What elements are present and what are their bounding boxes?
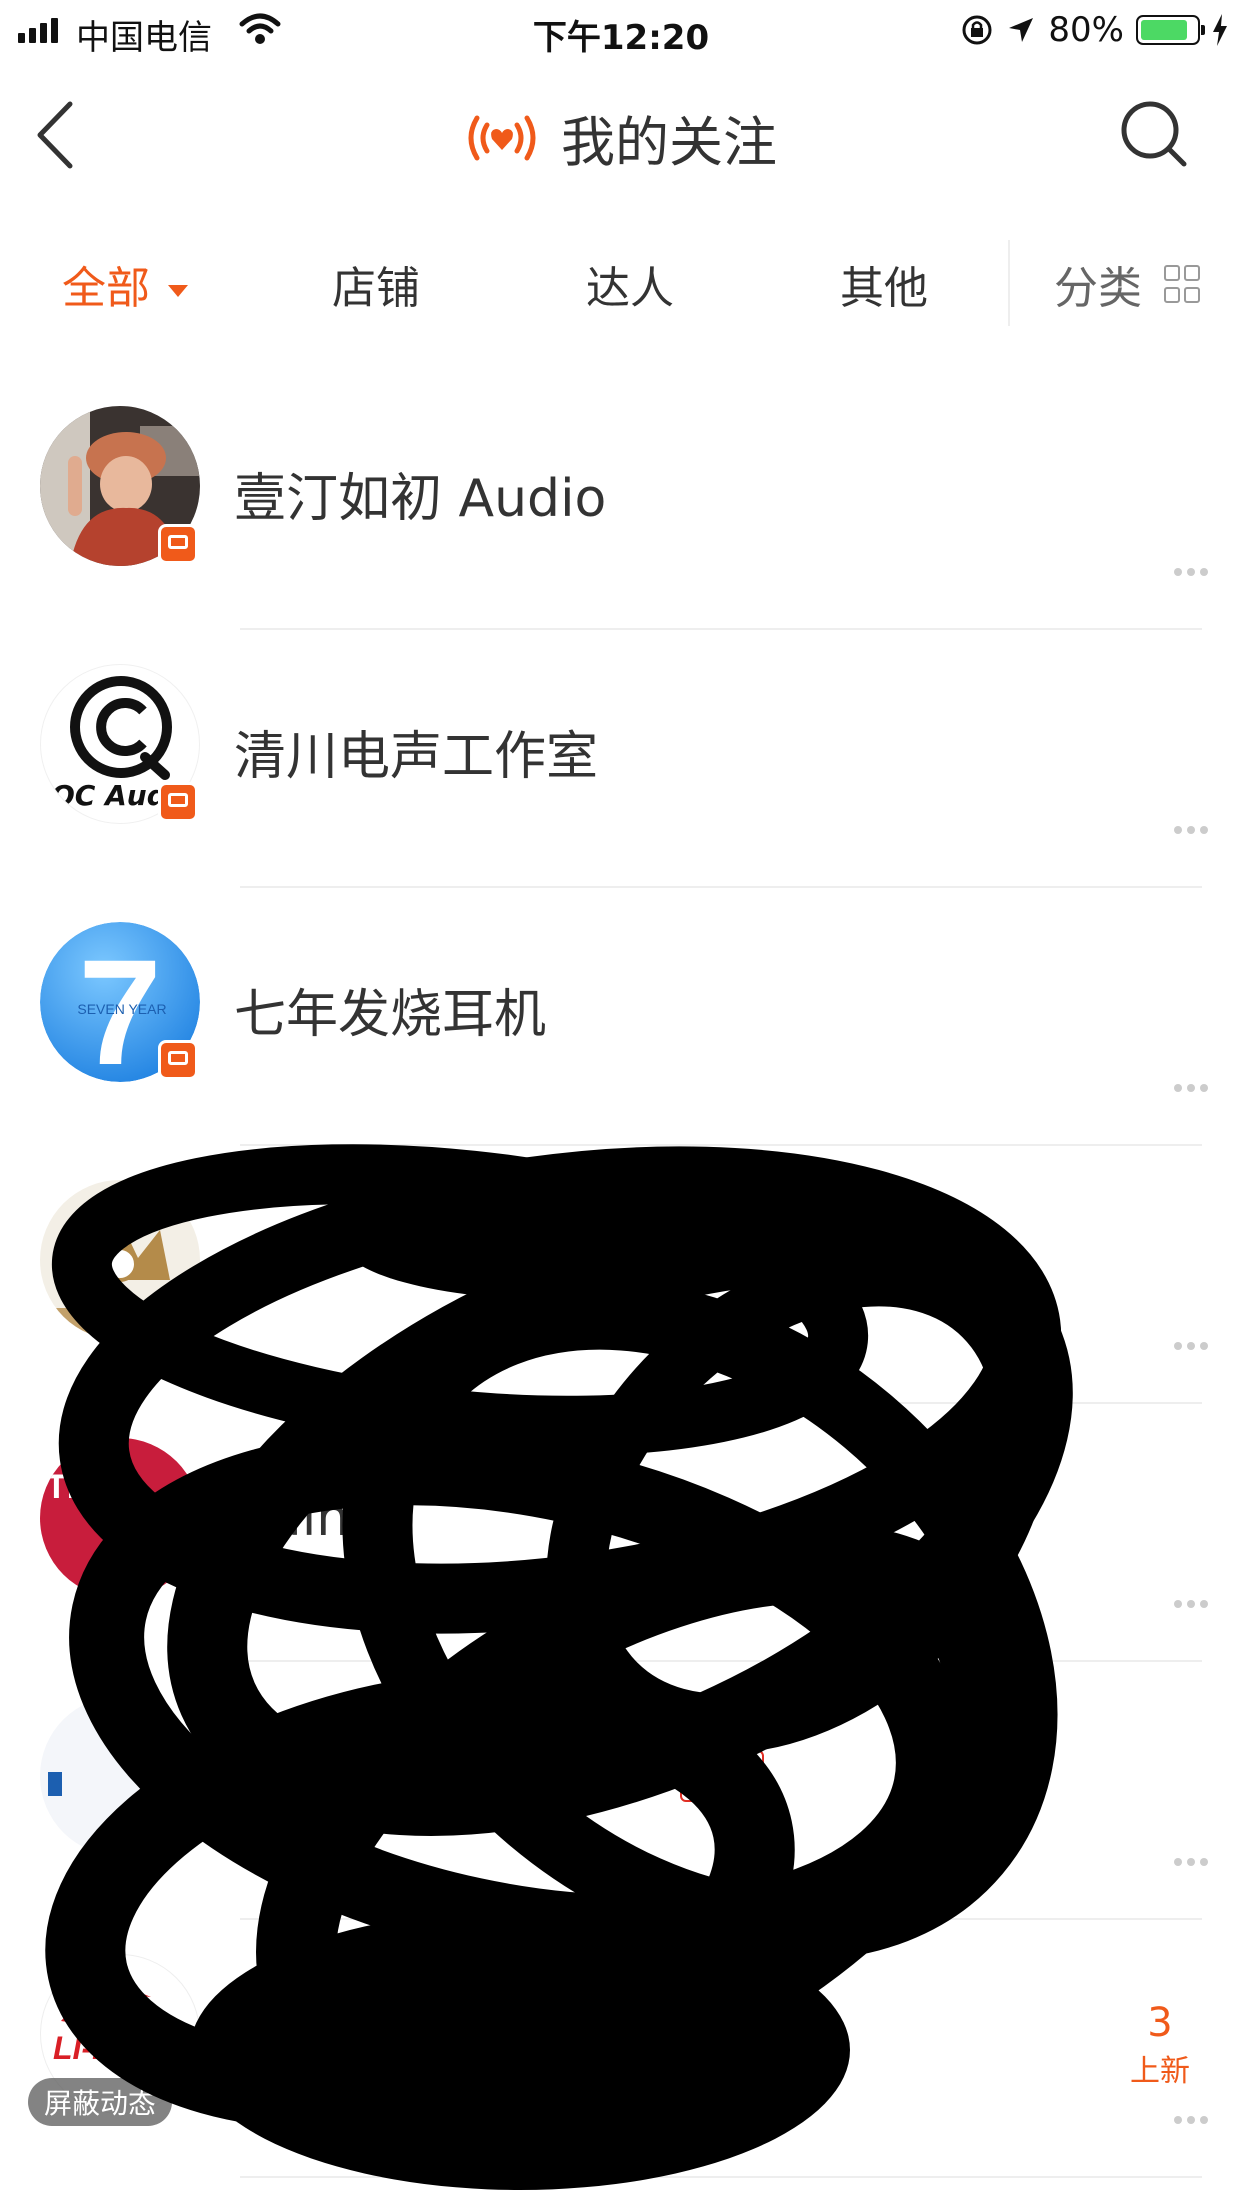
more-icon[interactable] [1174,1342,1210,1352]
rotation-lock-icon [962,15,992,45]
shop-badge-icon [158,1040,198,1080]
tab-shops-label: 店铺 [332,263,420,314]
hide-updates-badge[interactable]: 屏蔽动态 [28,2078,173,2126]
tab-all-label: 全部 [62,263,150,314]
tab-all[interactable]: 全部 [62,252,188,316]
seven-logo-text: SEVEN YEAR [77,1001,166,1017]
category-button[interactable]: 分类 [1054,252,1200,316]
shop-badge-icon [158,524,198,564]
list-item[interactable]: LI-NIN 屏蔽动态 3 上新 [0,1920,1242,2178]
page-title: 我的关注 [561,111,777,174]
charging-icon [1213,14,1227,46]
list-item[interactable]: 天猫 [0,1662,1242,1920]
more-icon[interactable] [1174,1600,1210,1610]
page-title-group: 我的关注 [0,98,1242,177]
avatar [40,1180,200,1340]
category-label: 分类 [1054,263,1142,314]
tp-logo-text: TP- [46,1468,101,1506]
status-bar: 中国电信 下午12:20 80% [0,0,1242,62]
battery-percent: 80% [1048,10,1124,50]
tab-experts[interactable]: 达人 [586,252,674,316]
partial-logo [48,1772,62,1796]
filter-tabs: 全部 店铺 达人 其他 分类 [0,222,1242,342]
location-icon [1009,18,1034,42]
status-right: 80% [960,10,1228,50]
follow-list: 壹汀如初 Audio QC Aud 清川电声工作室 7 SEVEN YEAR 七… [0,372,1242,2178]
new-count-label: 上新 [1130,2054,1190,2089]
new-count-number: 3 [1147,2000,1173,2046]
row-divider [240,2176,1202,2178]
tab-others-label: 其他 [840,263,928,314]
avatar: TP- [40,1438,200,1598]
more-icon[interactable] [1174,826,1210,836]
tp-link-logo: TP- [46,1468,101,1506]
crown-logo [40,1220,200,1340]
tab-divider [1008,240,1010,326]
official-account-badge: 官方账号 [660,1232,820,1284]
follow-name: 壹汀如初 Audio [234,469,607,529]
list-item[interactable]: 官方账号 [0,1146,1242,1404]
tab-others[interactable]: 其他 [840,252,928,316]
search-icon[interactable] [1118,98,1190,170]
more-icon[interactable] [1174,1084,1210,1094]
caret-down-icon [168,285,188,297]
broadcast-heart-icon [468,115,536,160]
nav-bar: 我的关注 [0,62,1242,202]
grid-icon [1164,265,1200,303]
follow-name: tplin [234,1488,350,1548]
battery-icon [1136,15,1205,45]
shop-badge-icon [158,782,198,822]
new-items-counter[interactable]: 3 上新 [1130,2000,1190,2090]
more-icon[interactable] [1174,2116,1210,2126]
list-item[interactable]: 壹汀如初 Audio [0,372,1242,630]
list-item[interactable]: 7 SEVEN YEAR 七年发烧耳机 [0,888,1242,1146]
more-icon[interactable] [1174,568,1210,578]
qc-logo-text: QC Aud [51,779,168,812]
follow-name: 清川电声工作室 [234,727,599,787]
lining-logo-text: LI-NIN [53,2030,148,2066]
tmall-badge: 天猫 [680,1750,764,1802]
tab-shops[interactable]: 店铺 [332,252,420,316]
more-icon[interactable] [1174,1858,1210,1868]
list-item[interactable]: QC Aud 清川电声工作室 [0,630,1242,888]
tab-experts-label: 达人 [586,263,674,314]
list-item[interactable]: TP- tplin [0,1404,1242,1662]
follow-name: 七年发烧耳机 [234,985,547,1045]
avatar [40,1696,200,1856]
